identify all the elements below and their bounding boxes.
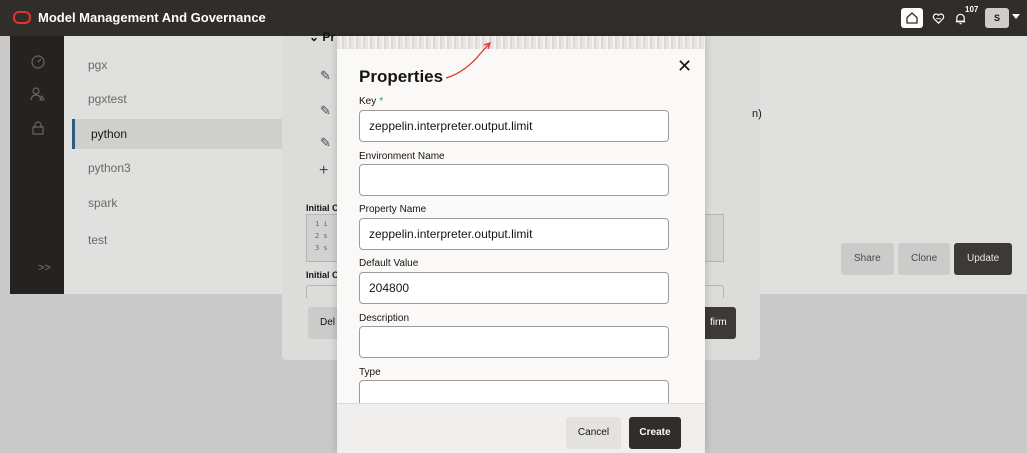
top-header-bar: Model Management And Governance 107 S: [0, 0, 1027, 36]
notifications-button[interactable]: 107: [951, 5, 978, 28]
initial-code-label: Initial C: [306, 203, 339, 213]
type-label: Type: [359, 367, 381, 378]
edit-pencil-icon[interactable]: ✎: [320, 68, 331, 84]
home-button[interactable]: [901, 8, 923, 28]
close-icon[interactable]: ✕: [677, 56, 692, 77]
list-item[interactable]: python3: [88, 153, 131, 183]
user-menu-caret-icon[interactable]: [1012, 14, 1020, 19]
dialog-top-edge: [337, 36, 705, 49]
property-name-label: Property Name: [359, 204, 427, 215]
clone-button[interactable]: Clone: [898, 243, 951, 275]
environment-name-label: Environment Name: [359, 151, 445, 162]
dashboard-icon[interactable]: [30, 54, 46, 70]
description-label: Description: [359, 313, 410, 324]
user-menu-button[interactable]: S: [985, 8, 1009, 28]
list-item[interactable]: spark: [88, 188, 117, 218]
notification-count-badge: 107: [965, 5, 979, 14]
code-line: 1 i: [315, 220, 328, 228]
share-button[interactable]: Share: [841, 243, 894, 275]
expand-rail-button[interactable]: >>: [38, 262, 51, 274]
home-icon: [906, 12, 918, 24]
create-button[interactable]: Create: [629, 417, 681, 449]
list-item[interactable]: pgxtest: [88, 84, 127, 114]
add-icon[interactable]: +: [319, 162, 328, 180]
section-label: Pr: [322, 30, 336, 44]
update-button[interactable]: Update: [954, 243, 1013, 275]
favorites-button[interactable]: [929, 8, 947, 28]
edit-pencil-icon[interactable]: ✎: [320, 135, 331, 151]
initial-code-label: Initial C: [306, 270, 339, 280]
required-marker: *: [379, 96, 384, 107]
key-label: Key *: [359, 96, 384, 107]
description-input[interactable]: [359, 326, 669, 358]
chevron-down-icon: ⌄: [309, 30, 320, 44]
list-item[interactable]: pgx: [88, 50, 107, 80]
key-input[interactable]: [359, 110, 669, 142]
edit-pencil-icon[interactable]: ✎: [320, 103, 331, 119]
annotation-arrow-icon: [445, 41, 492, 79]
property-name-input[interactable]: [359, 218, 669, 250]
properties-dialog: Properties ✕ Key* Environment Name Prope…: [337, 36, 705, 453]
default-value-input[interactable]: [359, 272, 669, 304]
default-value-label: Default Value: [359, 258, 419, 269]
heart-icon: [932, 12, 944, 24]
cancel-button[interactable]: Cancel: [566, 417, 621, 449]
type-input[interactable]: [359, 380, 669, 404]
code-line: 2 s: [315, 232, 328, 240]
dialog-footer: Cancel Create: [337, 403, 705, 453]
list-item-selected[interactable]: python: [72, 119, 307, 149]
lock-icon[interactable]: [30, 120, 46, 136]
page-left-gutter: [0, 36, 10, 452]
users-icon[interactable]: [30, 86, 46, 102]
environment-name-input[interactable]: [359, 164, 669, 196]
section-toggle[interactable]: ⌄ Pr: [309, 30, 335, 44]
dialog-title: Properties: [359, 67, 444, 86]
app-title: Model Management And Governance: [38, 10, 266, 25]
list-item[interactable]: test: [88, 225, 107, 255]
oracle-logo-icon: [13, 11, 31, 24]
left-navigation-rail: >>: [10, 36, 64, 294]
code-line: 3 s: [315, 244, 328, 252]
partial-text: n): [752, 108, 762, 120]
